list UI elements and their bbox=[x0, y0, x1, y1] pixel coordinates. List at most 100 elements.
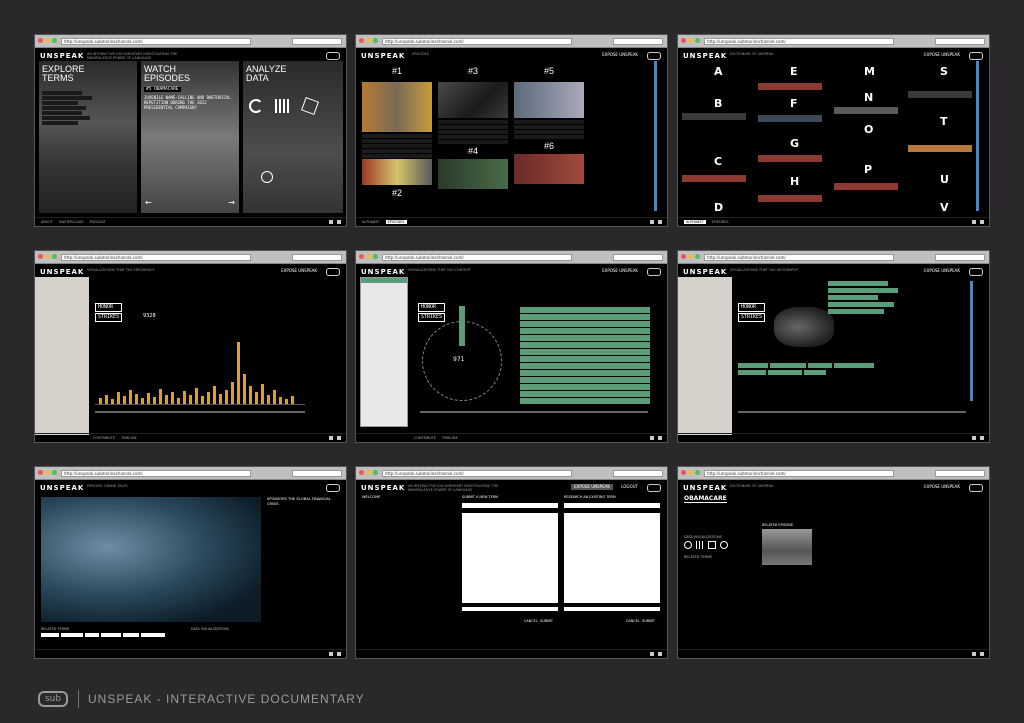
search-box[interactable] bbox=[613, 38, 663, 45]
globe-icon[interactable] bbox=[261, 171, 273, 183]
analyze-data-panel[interactable]: ANALYZE DATA bbox=[243, 61, 343, 213]
timeline-slider[interactable] bbox=[95, 411, 305, 413]
new-term-textarea[interactable] bbox=[462, 513, 558, 603]
letter-g[interactable]: G bbox=[790, 137, 799, 150]
scrollbar[interactable] bbox=[976, 61, 979, 211]
expose-unspeak-button[interactable]: EXPOSE UNSPEAK bbox=[278, 268, 320, 274]
letter-s[interactable]: S bbox=[940, 65, 948, 78]
existing-term-input[interactable] bbox=[564, 503, 660, 508]
submit-button[interactable]: SUBMIT bbox=[540, 619, 553, 623]
video-player[interactable] bbox=[41, 497, 261, 622]
nav-episodes[interactable]: EPISODES bbox=[385, 220, 407, 224]
brand-logo[interactable]: UNSPEAK bbox=[683, 268, 727, 276]
letter-n[interactable]: N bbox=[864, 91, 873, 104]
nav-masterclass[interactable]: MASTERCLASS bbox=[59, 220, 84, 224]
term-list-panel[interactable] bbox=[360, 277, 408, 427]
scrollbar[interactable] bbox=[654, 61, 657, 211]
brand-logo[interactable]: UNSPEAK bbox=[361, 52, 405, 60]
cancel-button[interactable]: CANCEL bbox=[524, 619, 538, 623]
episode-1-thumb[interactable] bbox=[362, 82, 432, 132]
facebook-icon[interactable] bbox=[980, 220, 984, 224]
episode-2-num[interactable]: #2 bbox=[362, 189, 432, 198]
search-box[interactable] bbox=[292, 254, 342, 261]
letter-c[interactable]: C bbox=[714, 155, 722, 168]
twitter-icon[interactable] bbox=[650, 220, 654, 224]
nav-contribute[interactable]: CONTRIBUTE bbox=[93, 436, 115, 440]
brand-logo[interactable]: UNSPEAK bbox=[40, 52, 84, 60]
spiral-icon[interactable] bbox=[684, 541, 692, 549]
letter-a[interactable]: A bbox=[714, 65, 723, 78]
bar-chart-icon[interactable] bbox=[275, 99, 289, 113]
scrollbar[interactable] bbox=[970, 281, 973, 401]
nav-podcast[interactable]: PODCAST bbox=[90, 220, 106, 224]
arrow-right-icon[interactable]: → bbox=[228, 198, 235, 207]
search-box[interactable] bbox=[935, 38, 985, 45]
globe-icon[interactable] bbox=[720, 541, 728, 549]
twitter-icon[interactable] bbox=[329, 652, 333, 656]
twitter-icon[interactable] bbox=[650, 436, 654, 440]
brand-logo[interactable]: UNSPEAK bbox=[40, 268, 84, 276]
letter-o[interactable]: O bbox=[864, 123, 873, 136]
brand-logo[interactable]: UNSPEAK bbox=[361, 484, 405, 492]
url-bar[interactable]: http://unspeak.submarinechannel.com/ bbox=[704, 470, 894, 477]
network-icon[interactable] bbox=[708, 541, 716, 549]
related-episode-thumb[interactable] bbox=[762, 529, 812, 565]
expose-unspeak-button[interactable]: EXPOSE UNSPEAK bbox=[921, 268, 963, 274]
url-bar[interactable]: http://unspeak.submarinechannel.com/ bbox=[704, 254, 894, 261]
explore-terms-panel[interactable]: EXPLORE TERMS bbox=[39, 61, 137, 213]
watch-episodes-panel[interactable]: WATCH EPISODES #5 OBAMACARE JUVENILE NAM… bbox=[141, 61, 239, 213]
expose-unspeak-button[interactable]: EXPOSE UNSPEAK bbox=[599, 52, 641, 58]
url-bar[interactable]: http://unspeak.submarinechannel.com/ bbox=[61, 254, 251, 261]
expose-unspeak-button[interactable]: EXPOSE UNSPEAK bbox=[921, 52, 963, 58]
letter-p[interactable]: P bbox=[864, 163, 872, 176]
twitter-icon[interactable] bbox=[972, 436, 976, 440]
timeline-slider[interactable] bbox=[420, 411, 648, 413]
letter-m[interactable]: M bbox=[864, 65, 875, 78]
letter-u[interactable]: U bbox=[940, 173, 949, 186]
letter-h[interactable]: H bbox=[790, 175, 799, 188]
arrow-left-icon[interactable]: ← bbox=[145, 198, 152, 207]
nav-timeline[interactable]: TIMELINE bbox=[442, 436, 458, 440]
existing-term-link-input[interactable] bbox=[564, 607, 660, 611]
twitter-icon[interactable] bbox=[329, 220, 333, 224]
url-bar[interactable]: http://unspeak.submarinechannel.com/ bbox=[704, 38, 894, 45]
existing-term-textarea[interactable] bbox=[564, 513, 660, 603]
facebook-icon[interactable] bbox=[980, 652, 984, 656]
letter-e[interactable]: E bbox=[790, 65, 798, 78]
twitter-icon[interactable] bbox=[329, 436, 333, 440]
twitter-icon[interactable] bbox=[650, 652, 654, 656]
expose-unspeak-button[interactable]: EXPOSE UNSPEAK bbox=[571, 484, 613, 490]
episode-6-num[interactable]: #6 bbox=[514, 142, 584, 151]
facebook-icon[interactable] bbox=[658, 436, 662, 440]
twitter-icon[interactable] bbox=[972, 652, 976, 656]
episode-5-num[interactable]: #5 bbox=[514, 67, 584, 76]
letter-b[interactable]: B bbox=[714, 97, 722, 110]
letter-t[interactable]: T bbox=[940, 115, 948, 128]
search-box[interactable] bbox=[292, 38, 342, 45]
search-box[interactable] bbox=[935, 254, 985, 261]
spiral-icon[interactable] bbox=[249, 99, 263, 113]
network-icon[interactable] bbox=[301, 97, 319, 115]
url-bar[interactable]: http://unspeak.submarinechannel.com/ bbox=[382, 470, 572, 477]
facebook-icon[interactable] bbox=[658, 220, 662, 224]
search-box[interactable] bbox=[292, 470, 342, 477]
nav-alphabet[interactable]: ALPHABET bbox=[684, 220, 706, 224]
nav-about[interactable]: ABOUT bbox=[41, 220, 53, 224]
cancel-button-2[interactable]: CANCEL bbox=[626, 619, 640, 623]
logout-button[interactable]: LOGOUT bbox=[618, 484, 641, 490]
new-term-input[interactable] bbox=[462, 503, 558, 508]
facebook-icon[interactable] bbox=[337, 436, 341, 440]
facebook-icon[interactable] bbox=[337, 220, 341, 224]
expose-unspeak-button[interactable]: EXPOSE UNSPEAK bbox=[921, 484, 963, 490]
brand-logo[interactable]: UNSPEAK bbox=[683, 484, 727, 492]
episode-1-num[interactable]: #1 bbox=[362, 67, 432, 76]
search-box[interactable] bbox=[613, 254, 663, 261]
bar-chart-icon[interactable] bbox=[696, 541, 704, 549]
expose-unspeak-button[interactable]: EXPOSE UNSPEAK bbox=[599, 268, 641, 274]
facebook-icon[interactable] bbox=[337, 652, 341, 656]
episode-4-num[interactable]: #4 bbox=[438, 147, 508, 156]
nav-episodes[interactable]: EPISODES bbox=[712, 220, 729, 224]
episode-6-thumb[interactable] bbox=[514, 154, 584, 184]
facebook-icon[interactable] bbox=[980, 436, 984, 440]
episode-3-num[interactable]: #3 bbox=[438, 67, 508, 76]
